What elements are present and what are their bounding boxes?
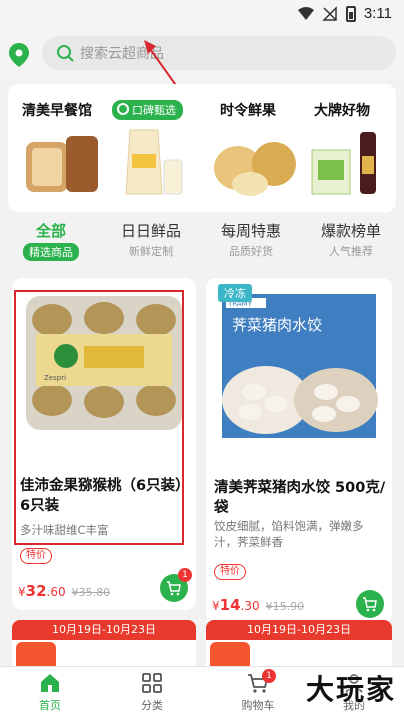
tab-all[interactable]: 全部 精选商品 bbox=[6, 220, 96, 261]
no-signal-icon bbox=[322, 5, 337, 21]
tab-hot-list[interactable]: 爆款榜单 人气推荐 bbox=[306, 220, 396, 259]
watermark: 大玩家 bbox=[305, 673, 396, 706]
reputation-badge: 口碑甄选 bbox=[112, 100, 183, 120]
bread-image bbox=[26, 136, 98, 192]
product-description: 饺皮细腻，馅料饱满，弹嫩多汁，荠菜鲜香 bbox=[214, 519, 364, 549]
category-fruits[interactable]: 时令鲜果 bbox=[220, 100, 276, 120]
promo-banner-right[interactable]: 10月19日-10月23日 bbox=[206, 620, 392, 668]
category-banner: 清美早餐馆 口碑甄选 时令鲜果 大牌好物 bbox=[8, 84, 396, 212]
location-pin-icon[interactable] bbox=[8, 42, 30, 68]
original-price: ¥35.80 bbox=[71, 586, 111, 599]
promo-date: 10月19日-10月23日 bbox=[206, 620, 392, 640]
product-card-dumplings[interactable]: 冷冻 TRAMY 荠菜猪肉水饺 清美荠菜猪肉水饺 500克/袋 饺皮细腻，馅料饱… bbox=[206, 278, 392, 624]
pear-image bbox=[214, 142, 296, 196]
tab-weekly-deals[interactable]: 每周特惠 品质好货 bbox=[206, 220, 296, 259]
header: 搜索云超商品 bbox=[0, 30, 404, 80]
nav-category[interactable]: 分类 bbox=[112, 671, 192, 713]
brand-products-image bbox=[311, 132, 376, 195]
status-bar: 3:11 bbox=[0, 0, 404, 30]
package-text: 荠菜猪肉水饺 bbox=[232, 316, 322, 334]
product-card-kiwi[interactable]: Zespri 佳沛金果猕猴桃（6只装）6只装 多汁味甜维C丰富 特价 ¥32.6… bbox=[12, 278, 196, 610]
special-price-tag: 特价 bbox=[20, 548, 52, 564]
product-price: ¥32.60 ¥35.80 bbox=[18, 582, 111, 600]
product-title: 佳沛金果猕猴桃（6只装）6只装 bbox=[20, 478, 183, 514]
product-price: ¥14.30 ¥15.90 bbox=[212, 596, 305, 614]
flame-icon bbox=[210, 642, 250, 668]
promo-banner-left[interactable]: 10月19日-10月23日 bbox=[12, 620, 196, 668]
package-label: Zespri bbox=[44, 374, 66, 382]
home-icon bbox=[41, 674, 59, 692]
special-price-tag: 特价 bbox=[214, 564, 246, 580]
category-breakfast[interactable]: 清美早餐馆 bbox=[22, 100, 92, 120]
original-price: ¥15.90 bbox=[265, 600, 305, 613]
search-placeholder: 搜索云超商品 bbox=[80, 46, 164, 62]
add-to-cart-button[interactable]: 1 bbox=[160, 568, 192, 602]
status-time: 3:11 bbox=[363, 5, 392, 22]
cart-icon bbox=[167, 581, 181, 596]
promo-date: 10月19日-10月23日 bbox=[12, 620, 196, 640]
cart-count-badge: 1 bbox=[262, 669, 276, 683]
dumpling-product-image: TRAMY 荠菜猪肉水饺 bbox=[222, 294, 378, 438]
tab-daily-fresh[interactable]: 日日鲜品 新鲜定制 bbox=[106, 220, 196, 259]
product-description: 多汁味甜维C丰富 bbox=[20, 523, 109, 537]
wifi-icon bbox=[297, 6, 314, 20]
status-icons: 3:11 bbox=[297, 5, 392, 22]
product-title: 清美荠菜猪肉水饺 500克/袋 bbox=[214, 480, 386, 516]
category-grid-icon bbox=[142, 673, 162, 693]
add-to-cart-button[interactable] bbox=[356, 590, 384, 618]
flame-icon bbox=[16, 642, 56, 668]
drink-image bbox=[125, 129, 183, 195]
search-bar[interactable]: 搜索云超商品 bbox=[42, 36, 396, 70]
category-brands[interactable]: 大牌好物 bbox=[314, 100, 370, 120]
battery-icon bbox=[345, 5, 356, 22]
kiwi-product-image: Zespri bbox=[26, 296, 182, 430]
search-icon bbox=[57, 45, 74, 62]
nav-home[interactable]: 首页 bbox=[10, 671, 90, 713]
tab-bar: 全部 精选商品 日日鲜品 新鲜定制 每周特惠 品质好货 爆款榜单 人气推荐 bbox=[0, 214, 404, 264]
nav-cart[interactable]: 1 购物车 bbox=[218, 669, 298, 713]
frozen-tag: 冷冻 bbox=[218, 284, 252, 302]
cart-icon bbox=[363, 597, 377, 612]
cart-count-badge: 1 bbox=[178, 568, 192, 582]
